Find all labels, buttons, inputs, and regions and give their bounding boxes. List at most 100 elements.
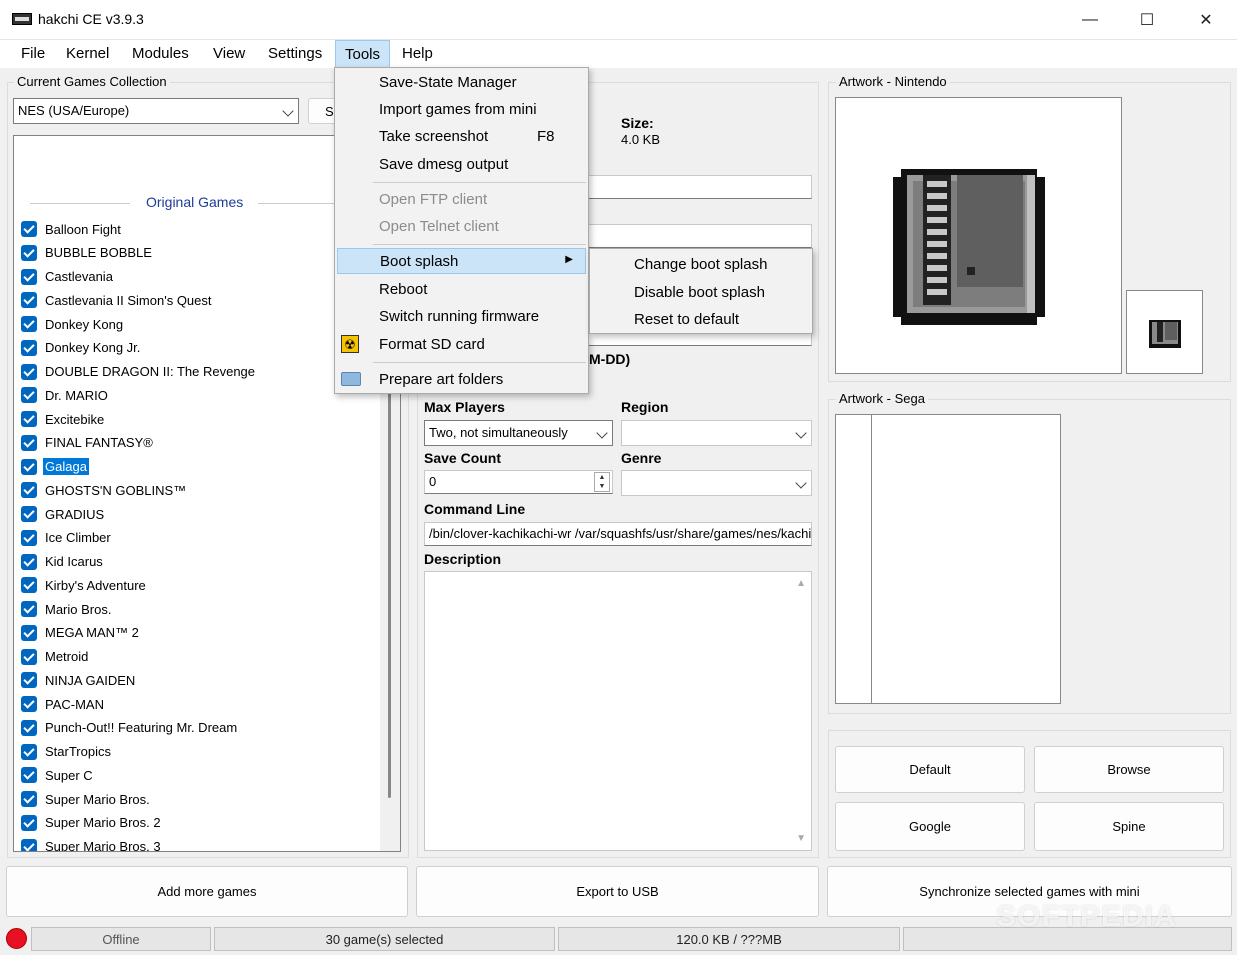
menu-take-screenshot[interactable]: Take screenshot F8 <box>337 123 586 149</box>
game-list-item[interactable]: Galaga <box>21 456 89 478</box>
checkbox[interactable] <box>21 624 37 641</box>
game-list-item[interactable]: FINAL FANTASY® <box>21 432 155 454</box>
google-art-button[interactable]: Google <box>835 802 1025 851</box>
game-list-item[interactable]: Dr. MARIO <box>21 384 110 406</box>
checkbox[interactable] <box>21 434 37 451</box>
checkbox[interactable] <box>21 268 37 285</box>
scroll-up-icon[interactable]: ▲ <box>796 578 806 589</box>
game-list-item[interactable]: DOUBLE DRAGON II: The Revenge <box>21 361 257 383</box>
genre-select[interactable] <box>621 470 812 496</box>
game-list-item[interactable]: Excitebike <box>21 408 106 430</box>
game-list-item[interactable]: Ice Climber <box>21 527 113 549</box>
game-list-item[interactable]: Kirby's Adventure <box>21 574 148 596</box>
checkbox[interactable] <box>21 601 37 617</box>
default-art-button[interactable]: Default <box>835 746 1025 793</box>
menu-format-sd[interactable]: ☢ Format SD card <box>337 331 586 357</box>
game-list-item[interactable]: Metroid <box>21 646 90 668</box>
menu-boot-splash[interactable]: Boot splash ▶ <box>337 248 586 274</box>
command-line-field[interactable]: /bin/clover-kachikachi-wr /var/squashfs/… <box>424 522 812 546</box>
checkbox[interactable] <box>21 458 37 475</box>
add-games-button[interactable]: Add more games <box>6 866 408 917</box>
game-list-item[interactable]: Super Mario Bros. <box>21 788 152 810</box>
spine-art-button[interactable]: Spine <box>1034 802 1224 851</box>
max-players-select[interactable]: Two, not simultaneously <box>424 420 613 446</box>
menu-open-ftp[interactable]: Open FTP client <box>337 186 586 212</box>
collection-select[interactable]: NES (USA/Europe) <box>13 98 299 124</box>
menu-tools[interactable]: Tools <box>335 40 391 68</box>
checkbox[interactable] <box>21 814 37 831</box>
menu-modules[interactable]: Modules <box>123 40 198 68</box>
checkbox[interactable] <box>21 719 37 736</box>
game-list-item[interactable]: Super C <box>21 764 95 786</box>
checkbox[interactable] <box>21 482 37 499</box>
name-field[interactable] <box>586 175 812 199</box>
menu-help[interactable]: Help <box>393 40 442 68</box>
checkbox[interactable] <box>21 838 37 851</box>
game-list-item[interactable]: Kid Icarus <box>21 551 105 573</box>
maximize-button[interactable]: ☐ <box>1118 0 1176 40</box>
checkbox[interactable] <box>21 529 37 546</box>
menu-kernel[interactable]: Kernel <box>57 40 118 68</box>
checkbox[interactable] <box>21 316 37 332</box>
game-list-item[interactable]: Donkey Kong Jr. <box>21 337 142 359</box>
game-list-item[interactable]: StarTropics <box>21 741 113 763</box>
menu-disable-boot-splash[interactable]: Disable boot splash <box>592 279 810 305</box>
checkbox[interactable] <box>21 743 37 760</box>
divider <box>30 203 130 204</box>
checkbox[interactable] <box>21 411 37 427</box>
menu-switch-firmware[interactable]: Switch running firmware <box>337 303 586 329</box>
checkbox[interactable] <box>21 221 37 237</box>
checkbox[interactable] <box>21 244 37 261</box>
menu-save-state-manager[interactable]: Save-State Manager <box>337 69 586 95</box>
menu-reset-boot-splash[interactable]: Reset to default <box>592 306 810 332</box>
game-list-item[interactable]: MEGA MAN™ 2 <box>21 622 141 644</box>
stepper-arrows-icon[interactable]: ▲ ▼ <box>594 472 610 492</box>
menu-change-boot-splash[interactable]: Change boot splash <box>592 251 810 277</box>
game-list-item[interactable]: Castlevania II Simon's Quest <box>21 289 214 311</box>
game-list-item[interactable]: PAC-MAN <box>21 693 106 715</box>
checkbox[interactable] <box>21 791 37 807</box>
menu-reboot[interactable]: Reboot <box>337 276 586 302</box>
region-select[interactable] <box>621 420 812 446</box>
game-list-item[interactable]: GRADIUS <box>21 503 106 525</box>
checkbox[interactable] <box>21 292 37 309</box>
menu-settings[interactable]: Settings <box>259 40 331 68</box>
export-usb-button[interactable]: Export to USB <box>416 866 819 917</box>
game-list-item[interactable]: Super Mario Bros. 3 <box>21 836 163 851</box>
browse-art-button[interactable]: Browse <box>1034 746 1224 793</box>
game-list-item[interactable]: Punch-Out!! Featuring Mr. Dream <box>21 717 239 739</box>
description-field[interactable]: ▲ ▼ <box>424 571 812 851</box>
checkbox[interactable] <box>21 553 37 570</box>
game-list-item[interactable]: Super Mario Bros. 2 <box>21 812 163 834</box>
checkbox[interactable] <box>21 339 37 356</box>
minimize-button[interactable]: — <box>1061 0 1119 40</box>
checkbox[interactable] <box>21 648 37 665</box>
thumbnail-art[interactable] <box>1126 290 1203 374</box>
game-list-item[interactable]: Mario Bros. <box>21 598 113 620</box>
game-list-item[interactable]: GHOSTS'N GOBLINS™ <box>21 479 188 501</box>
checkbox[interactable] <box>21 672 37 689</box>
sort-name-field[interactable] <box>586 224 812 248</box>
game-list-item[interactable]: BUBBLE BOBBLE <box>21 242 154 264</box>
game-list-item[interactable]: Donkey Kong <box>21 313 125 335</box>
sega-art-box[interactable] <box>835 414 1061 704</box>
checkbox[interactable] <box>21 387 37 404</box>
menu-open-telnet[interactable]: Open Telnet client <box>337 213 586 239</box>
menu-view[interactable]: View <box>204 40 254 68</box>
cover-art[interactable] <box>835 97 1122 374</box>
save-count-stepper[interactable]: 0 ▲ ▼ <box>424 470 613 494</box>
game-list-item[interactable]: Castlevania <box>21 266 115 288</box>
game-list-item[interactable]: Balloon Fight <box>21 218 123 240</box>
menu-import-games[interactable]: Import games from mini <box>337 96 586 122</box>
checkbox[interactable] <box>21 696 37 712</box>
close-button[interactable]: ✕ <box>1177 0 1235 40</box>
menu-save-dmesg[interactable]: Save dmesg output <box>337 151 586 177</box>
checkbox[interactable] <box>21 363 37 380</box>
game-list-item[interactable]: NINJA GAIDEN <box>21 669 137 691</box>
checkbox[interactable] <box>21 506 37 522</box>
scroll-down-icon[interactable]: ▼ <box>796 833 806 844</box>
checkbox[interactable] <box>21 767 37 784</box>
checkbox[interactable] <box>21 577 37 594</box>
menu-file[interactable]: File <box>12 40 54 68</box>
menu-prepare-art[interactable]: Prepare art folders <box>337 366 586 392</box>
